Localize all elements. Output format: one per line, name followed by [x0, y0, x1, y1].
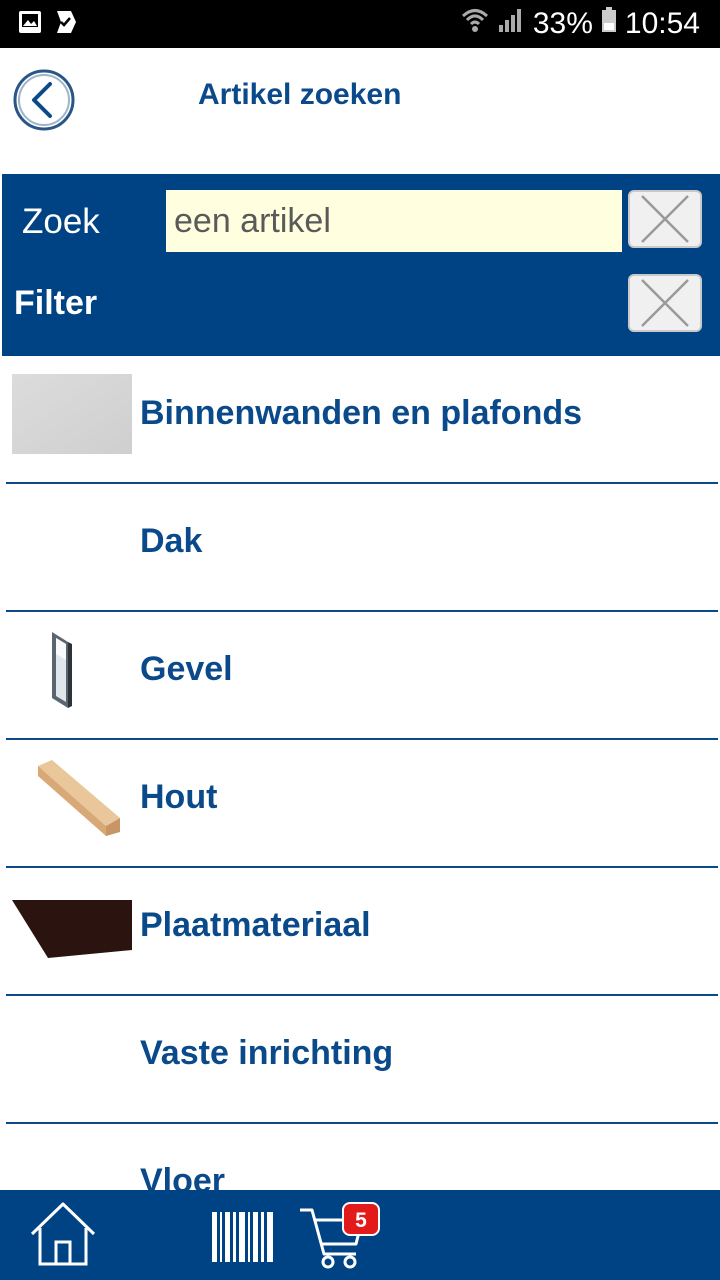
window-frame-image	[12, 630, 132, 710]
list-item[interactable]: Binnenwanden en plafonds	[6, 356, 718, 484]
back-button[interactable]	[12, 68, 76, 132]
dark-panel-image	[12, 886, 132, 966]
list-item[interactable]: Gevel	[6, 612, 718, 740]
bottom-nav: 5	[0, 1190, 720, 1280]
back-arrow-icon	[13, 69, 75, 131]
list-item-label: Plaatmateriaal	[140, 906, 371, 944]
search-panel: Zoek Filter	[2, 174, 720, 356]
list-item-label: Dak	[140, 522, 203, 560]
list-item[interactable]: Hout	[6, 740, 718, 868]
list-item-label: Gevel	[140, 650, 233, 688]
page-title: Artikel zoeken	[198, 78, 402, 111]
list-item[interactable]: Dak	[6, 484, 718, 612]
battery-percent: 33%	[532, 7, 593, 40]
clear-filter-button[interactable]	[628, 274, 702, 332]
clear-search-button[interactable]	[628, 190, 702, 248]
home-icon	[30, 1202, 96, 1266]
search-label: Zoek	[22, 202, 100, 241]
close-icon	[641, 195, 689, 243]
list-item-label: Binnenwanden en plafonds	[140, 394, 583, 432]
category-list: Binnenwanden en plafonds Dak Gevel Hout	[0, 356, 720, 1190]
list-item-label: Vloer	[140, 1162, 226, 1190]
checklist-icon	[54, 10, 78, 39]
barcode-scan-button[interactable]	[208, 1198, 280, 1270]
list-item[interactable]: Vaste inrichting	[6, 996, 718, 1124]
clock: 10:54	[624, 7, 700, 40]
home-button[interactable]	[28, 1198, 98, 1270]
app-header: Artikel zoeken	[0, 48, 720, 174]
battery-icon	[601, 7, 617, 41]
status-bar: 33% 10:54	[0, 0, 720, 48]
signal-icon	[497, 7, 525, 41]
wood-beam-image	[12, 758, 132, 838]
list-item[interactable]: Plaatmateriaal	[6, 868, 718, 996]
wifi-icon	[461, 7, 489, 41]
list-item-label: Hout	[140, 778, 218, 816]
search-input[interactable]	[166, 190, 622, 252]
list-item-label: Vaste inrichting	[140, 1034, 394, 1072]
filter-label: Filter	[14, 284, 98, 322]
image-icon	[18, 10, 42, 39]
list-item[interactable]: Vloer	[6, 1124, 718, 1190]
close-icon	[641, 279, 689, 327]
cart-count-badge: 5	[342, 1202, 380, 1236]
barcode-icon	[212, 1212, 273, 1262]
gypsum-board-image	[12, 374, 132, 454]
